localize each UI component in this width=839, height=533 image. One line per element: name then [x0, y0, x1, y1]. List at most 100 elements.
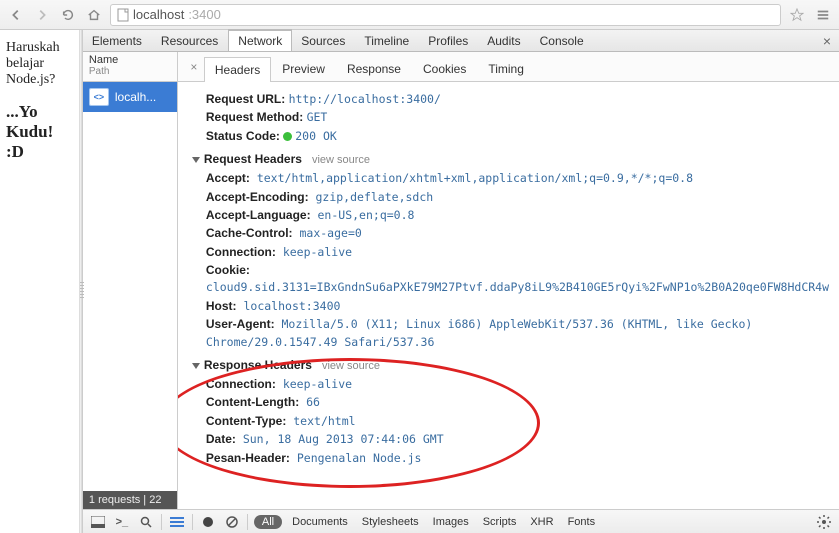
header-value: Pengenalan Node.js	[290, 451, 422, 465]
filter-scripts[interactable]: Scripts	[479, 516, 521, 528]
tab-elements[interactable]: Elements	[83, 31, 152, 51]
tab-response[interactable]: Response	[336, 56, 412, 81]
request-headers-list: Accept: text/html,application/xhtml+xml,…	[192, 170, 829, 351]
console-toggle-icon[interactable]: >_	[113, 513, 131, 531]
header-key: Pesan-Header:	[206, 451, 290, 465]
header-value: max-age=0	[293, 226, 362, 240]
header-row: User-Agent: Mozilla/5.0 (X11; Linux i686…	[206, 316, 829, 351]
tab-network[interactable]: Network	[228, 29, 292, 51]
filter-all[interactable]: All	[254, 515, 282, 529]
header-value: text/html	[286, 414, 355, 428]
tab-audits[interactable]: Audits	[478, 31, 530, 51]
document-icon: <>	[89, 88, 109, 106]
back-button[interactable]	[6, 5, 26, 25]
col-path: Path	[89, 66, 171, 77]
header-key: Cache-Control:	[206, 226, 293, 240]
header-key: Content-Length:	[206, 395, 299, 409]
header-row: Content-Type: text/html	[206, 413, 829, 430]
request-headers-section[interactable]: Request Headersview source	[192, 151, 829, 169]
devtools-footer: >_ All Documents Stylesheets Images Scri…	[83, 509, 839, 533]
header-row: Connection: keep-alive	[206, 376, 829, 393]
filter-fonts[interactable]: Fonts	[564, 516, 600, 528]
request-item[interactable]: <> localh...	[83, 82, 177, 112]
dock-icon[interactable]	[89, 513, 107, 531]
header-row: Host: localhost:3400	[206, 298, 829, 315]
tab-cookies[interactable]: Cookies	[412, 56, 477, 81]
tab-timeline[interactable]: Timeline	[355, 31, 419, 51]
header-row: Cache-Control: max-age=0	[206, 225, 829, 242]
clear-icon[interactable]	[223, 513, 241, 531]
request-detail-column: × Headers Preview Response Cookies Timin…	[178, 52, 839, 509]
devtools-tab-bar: Elements Resources Network Sources Timel…	[83, 30, 839, 52]
status-code: Status Code: 200 OK	[206, 128, 829, 145]
tab-console[interactable]: Console	[531, 31, 594, 51]
tab-preview[interactable]: Preview	[271, 56, 336, 81]
page-icon	[117, 8, 129, 22]
detail-tab-bar: × Headers Preview Response Cookies Timin…	[178, 52, 839, 82]
request-list-header[interactable]: Name Path	[83, 52, 177, 82]
detail-close-button[interactable]: ×	[184, 60, 204, 74]
header-key: Accept-Encoding:	[206, 190, 309, 204]
header-row: Accept-Language: en-US,en;q=0.8	[206, 207, 829, 224]
header-value: gzip,deflate,sdch	[309, 190, 434, 204]
network-body: Name Path <> localh... 1 requests | 22 ×…	[83, 52, 839, 509]
header-key: Connection:	[206, 245, 276, 259]
header-row: Pesan-Header: Pengenalan Node.js	[206, 450, 829, 467]
menu-button[interactable]	[813, 5, 833, 25]
header-value: text/html,application/xhtml+xml,applicat…	[250, 171, 693, 185]
list-view-icon[interactable]	[168, 513, 186, 531]
page-heading: ...Yo Kudu! :D	[6, 102, 73, 162]
header-key: User-Agent:	[206, 317, 275, 331]
header-row: Content-Length: 66	[206, 394, 829, 411]
tab-sources[interactable]: Sources	[292, 31, 355, 51]
header-key: Date:	[206, 432, 236, 446]
tab-headers[interactable]: Headers	[204, 57, 271, 82]
filter-stylesheets[interactable]: Stylesheets	[358, 516, 423, 528]
search-icon[interactable]	[137, 513, 155, 531]
request-item-label: localh...	[115, 90, 156, 104]
view-source-link[interactable]: view source	[322, 360, 380, 372]
header-row: Accept-Encoding: gzip,deflate,sdch	[206, 189, 829, 206]
view-source-link[interactable]: view source	[312, 154, 370, 166]
tab-profiles[interactable]: Profiles	[419, 31, 478, 51]
header-value: cloud9.sid.3131=IBxGndnSu6aPXkE79M27Ptvf…	[206, 280, 829, 294]
triangle-down-icon	[192, 157, 200, 163]
header-value: Sun, 18 Aug 2013 07:44:06 GMT	[236, 432, 444, 446]
header-key: Accept-Language:	[206, 208, 311, 222]
filter-xhr[interactable]: XHR	[526, 516, 557, 528]
address-bar[interactable]: localhost:3400	[110, 4, 781, 26]
header-key: Cookie:	[206, 263, 250, 277]
header-row: Accept: text/html,application/xhtml+xml,…	[206, 170, 829, 187]
devtools-close-button[interactable]: ×	[815, 33, 839, 49]
header-value: keep-alive	[276, 245, 352, 259]
header-row: Date: Sun, 18 Aug 2013 07:44:06 GMT	[206, 431, 829, 448]
tab-resources[interactable]: Resources	[152, 31, 228, 51]
filter-images[interactable]: Images	[429, 516, 473, 528]
header-value: localhost:3400	[237, 299, 341, 313]
devtools-splitter[interactable]	[79, 30, 82, 533]
main-area: Haruskah belajar Node.js? ...Yo Kudu! :D…	[0, 30, 839, 533]
reload-button[interactable]	[58, 5, 78, 25]
header-row: Cookie: cloud9.sid.3131=IBxGndnSu6aPXkE7…	[206, 262, 829, 297]
col-name: Name	[89, 54, 171, 66]
gear-icon[interactable]	[815, 513, 833, 531]
triangle-down-icon	[192, 363, 200, 369]
header-key: Connection:	[206, 377, 276, 391]
response-headers-section[interactable]: Response Headersview source	[192, 357, 829, 375]
request-url: Request URL: http://localhost:3400/	[206, 91, 829, 108]
response-headers-list: Connection: keep-aliveContent-Length: 66…	[192, 376, 829, 467]
filter-documents[interactable]: Documents	[288, 516, 352, 528]
home-button[interactable]	[84, 5, 104, 25]
record-icon[interactable]	[199, 513, 217, 531]
bookmark-star-icon[interactable]	[787, 5, 807, 25]
header-value: en-US,en;q=0.8	[311, 208, 415, 222]
status-dot-icon	[283, 132, 292, 141]
header-row: Connection: keep-alive	[206, 244, 829, 261]
url-port: :3400	[188, 7, 221, 22]
headers-body: Request URL: http://localhost:3400/ Requ…	[178, 82, 839, 509]
header-key: Accept:	[206, 171, 250, 185]
tab-timing[interactable]: Timing	[477, 56, 535, 81]
forward-button[interactable]	[32, 5, 52, 25]
devtools-panel: Elements Resources Network Sources Timel…	[82, 30, 839, 533]
header-value: 66	[299, 395, 320, 409]
